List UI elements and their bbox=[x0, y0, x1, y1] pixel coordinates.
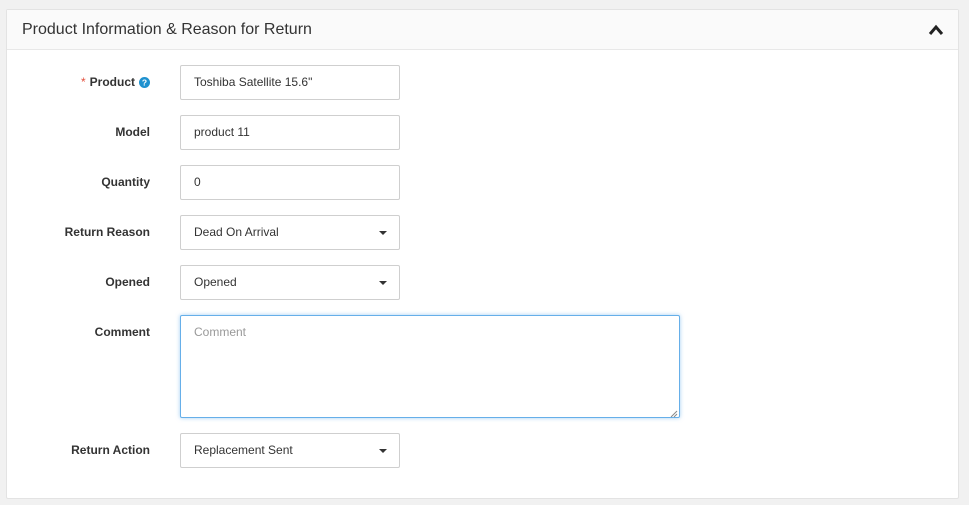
comment-placeholder: Comment bbox=[194, 325, 247, 339]
chevron-up-icon[interactable] bbox=[928, 23, 944, 37]
quantity-label: Quantity bbox=[101, 175, 150, 189]
return-reason-value: Dead On Arrival bbox=[194, 225, 279, 239]
resize-grip-icon[interactable] bbox=[669, 407, 678, 418]
caret-down-icon bbox=[379, 281, 387, 285]
opened-value: Opened bbox=[194, 275, 237, 289]
product-label-text: Product bbox=[89, 75, 135, 89]
caret-down-icon bbox=[379, 449, 387, 453]
return-action-value: Replacement Sent bbox=[194, 443, 293, 457]
panel-heading: Product Information & Reason for Return bbox=[7, 10, 958, 50]
return-action-label: Return Action bbox=[71, 443, 150, 457]
product-label: * Product? bbox=[81, 75, 150, 89]
return-reason-select[interactable]: Dead On Arrival bbox=[180, 215, 400, 250]
panel-title: Product Information & Reason for Return bbox=[22, 21, 312, 38]
question-circle-icon[interactable]: ? bbox=[139, 77, 150, 88]
model-label: Model bbox=[115, 125, 150, 139]
return-action-select[interactable]: Replacement Sent bbox=[180, 433, 400, 468]
comment-label: Comment bbox=[94, 325, 150, 339]
opened-select[interactable]: Opened bbox=[180, 265, 400, 300]
product-return-panel: Product Information & Reason for Return … bbox=[6, 9, 959, 499]
svg-text:?: ? bbox=[142, 78, 147, 88]
opened-label: Opened bbox=[105, 275, 150, 289]
caret-down-icon bbox=[379, 231, 387, 235]
comment-textarea[interactable]: Comment bbox=[180, 315, 680, 418]
model-input[interactable]: product 11 bbox=[180, 115, 400, 150]
required-mark: * bbox=[80, 75, 86, 89]
product-input[interactable]: Toshiba Satellite 15.6" bbox=[180, 65, 400, 100]
return-reason-label: Return Reason bbox=[64, 225, 150, 239]
quantity-input[interactable]: 0 bbox=[180, 165, 400, 200]
